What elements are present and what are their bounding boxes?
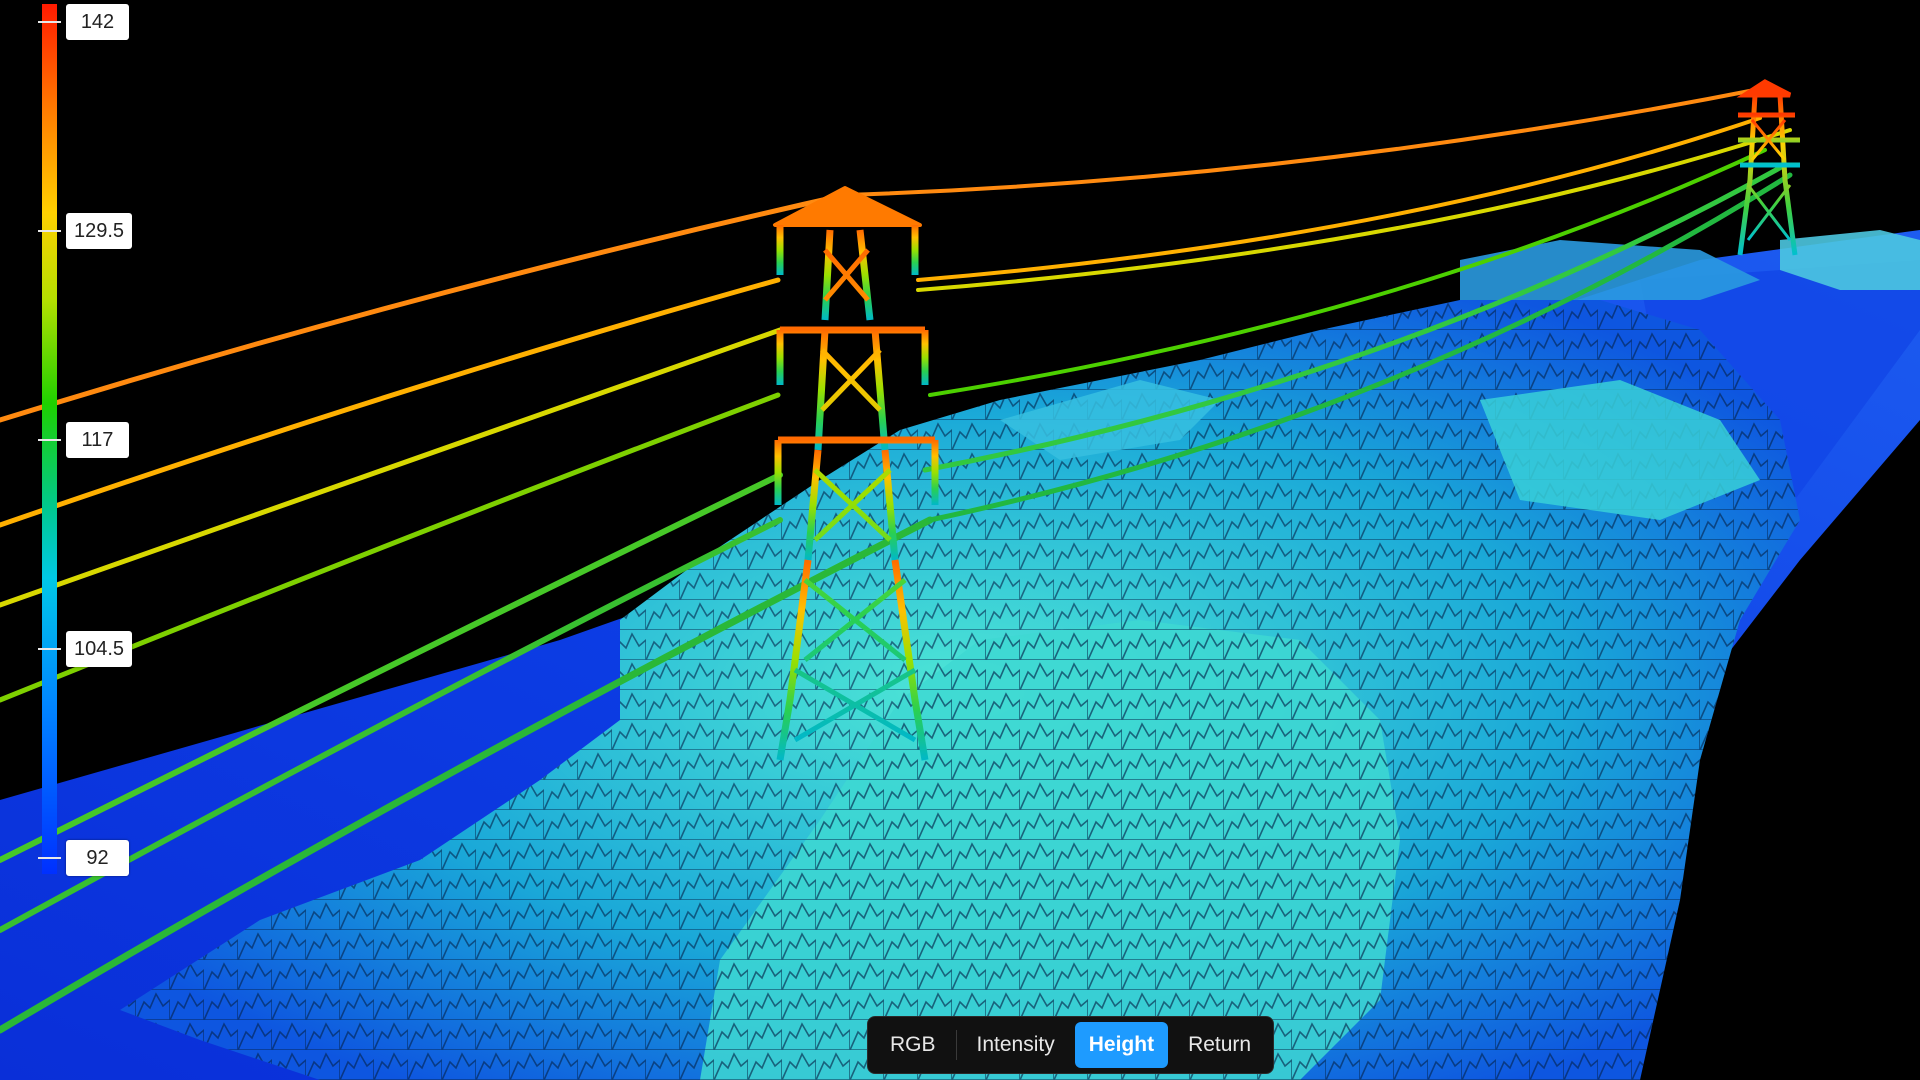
legend-tick: [38, 439, 61, 441]
mode-rgb-button[interactable]: RGB: [876, 1022, 950, 1068]
view-mode-switcher: RGB Intensity Height Return: [867, 1016, 1275, 1074]
far-transmission-tower: [1736, 79, 1800, 256]
lidar-scene: [0, 79, 1920, 1080]
legend-tick-label: 104.5: [66, 631, 133, 667]
legend-tick-label: 117: [66, 422, 129, 458]
mode-intensity-button[interactable]: Intensity: [963, 1022, 1069, 1068]
mode-height-button[interactable]: Height: [1074, 1022, 1169, 1068]
legend-tick-label: 129.5: [66, 213, 133, 249]
legend-tick: [38, 230, 61, 232]
height-legend: 142 129.5 117 104.5 92: [0, 0, 160, 900]
mode-divider: [955, 1030, 957, 1060]
point-cloud-viewport[interactable]: [0, 0, 1920, 1080]
legend-tick: [38, 857, 61, 859]
legend-tick: [38, 648, 61, 650]
legend-tick: [38, 21, 61, 23]
legend-tick-label: 142: [66, 4, 129, 40]
vegetation: [120, 230, 1920, 1080]
mode-return-button[interactable]: Return: [1174, 1022, 1265, 1068]
legend-tick-label: 92: [66, 840, 129, 876]
